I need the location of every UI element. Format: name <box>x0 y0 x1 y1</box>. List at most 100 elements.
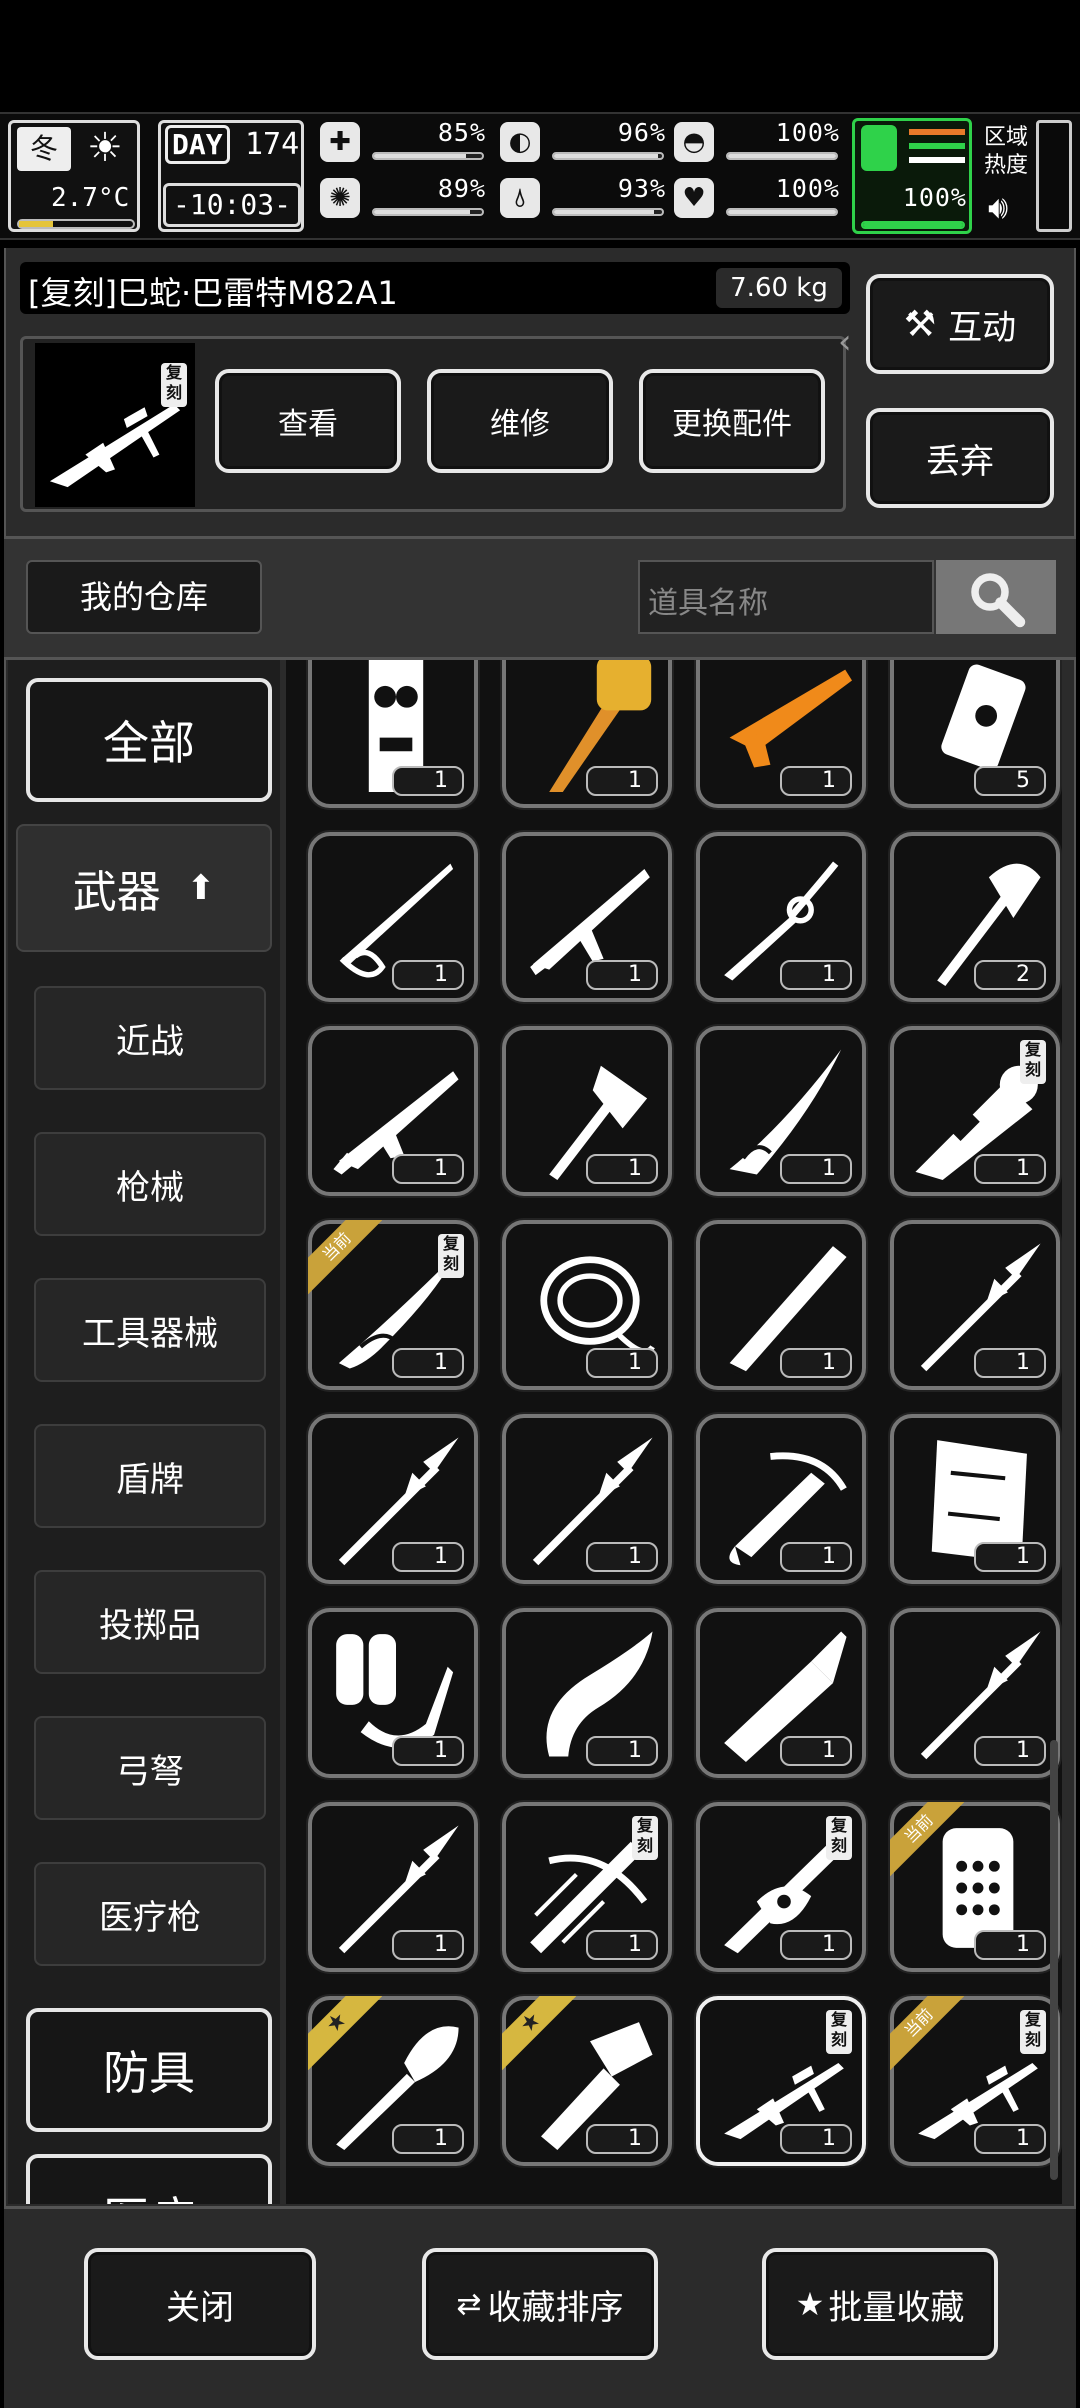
category-label: 防具 <box>103 2046 195 2100</box>
discard-button[interactable]: 丢弃 <box>866 408 1054 508</box>
inventory-slot[interactable]: 1 <box>696 1608 866 1778</box>
inventory-slot[interactable]: 1 <box>890 1608 1060 1778</box>
item-count: 1 <box>392 1154 464 1184</box>
item-count: 1 <box>392 2124 464 2154</box>
inventory-slot[interactable]: 1 <box>502 660 672 808</box>
sanity-bar <box>372 208 484 216</box>
item-count: 1 <box>392 960 464 990</box>
search-icon <box>971 573 1026 628</box>
favorite-star-ribbon: ★ <box>308 1996 382 2070</box>
grid-scrollbar[interactable] <box>1050 1740 1058 2180</box>
inventory-slot[interactable]: 1 <box>890 1220 1060 1390</box>
swap-parts-button[interactable]: 更换配件 <box>639 369 825 473</box>
item-count: 1 <box>780 766 852 796</box>
medkit-icon: ✚ <box>320 122 360 162</box>
item-count: 1 <box>780 1930 852 1960</box>
item-count: 1 <box>780 1348 852 1378</box>
health-value: 85% <box>437 118 486 147</box>
inventory-slot[interactable]: 2 <box>890 832 1060 1002</box>
item-count: 1 <box>974 1154 1046 1184</box>
temperature: 2.7°C <box>51 183 130 213</box>
search-button[interactable] <box>936 560 1056 634</box>
inventory-slot[interactable]: 5 <box>890 660 1060 808</box>
inventory-slot[interactable]: 1 <box>308 1414 478 1584</box>
repair-button[interactable]: 维修 <box>427 369 613 473</box>
close-button[interactable]: 关闭 <box>84 2248 316 2360</box>
item-count: 1 <box>586 1348 658 1378</box>
category-main-10[interactable]: 医疗 <box>26 2154 272 2204</box>
inventory-slot[interactable]: ★ 1 <box>308 1996 478 2166</box>
category-sub-5[interactable]: 盾牌 <box>34 1424 266 1528</box>
item-count: 1 <box>586 1154 658 1184</box>
category-sub-8[interactable]: 医疗枪 <box>34 1862 266 1966</box>
bulk-favorite-button[interactable]: ★ 批量收藏 <box>762 2248 998 2360</box>
category-sub-4[interactable]: 工具器械 <box>34 1278 266 1382</box>
item-name: [复刻]巳蛇·巴雷特M82A1 <box>28 274 398 312</box>
inventory-slot[interactable]: 1 <box>502 1608 672 1778</box>
sort-favorites-button[interactable]: ⇄ 收藏排序 <box>422 2248 658 2360</box>
day-number: 174 <box>245 127 300 162</box>
water-drop-icon: 💧︎ <box>500 178 540 218</box>
item-detail-box: 复刻 查看 维修 更换配件 <box>20 336 846 512</box>
inventory-slot[interactable]: 复刻 1 <box>502 1802 672 1972</box>
inventory-slot[interactable]: 1 <box>502 1220 672 1390</box>
inventory-slot[interactable]: ★ 1 <box>502 1996 672 2166</box>
heart-icon: ♥ <box>674 178 714 218</box>
item-count: 1 <box>974 1930 1046 1960</box>
inventory-slot[interactable]: 1 <box>696 1026 866 1196</box>
inventory-slot[interactable]: 复刻 1 <box>696 1802 866 1972</box>
clock: -10:03- <box>163 183 301 227</box>
thirst-value: 93% <box>617 174 666 203</box>
inventory-slot[interactable]: 1 <box>502 1414 672 1584</box>
view-button[interactable]: 查看 <box>215 369 401 473</box>
item-count: 1 <box>974 2124 1046 2154</box>
category-main-1[interactable]: 武器 ⬆ <box>16 824 272 952</box>
inventory-slot[interactable]: 复刻 1 <box>696 1996 866 2166</box>
inventory-slot[interactable]: 当前 1 <box>890 1802 1060 1972</box>
search-input[interactable]: 道具名称 <box>638 560 934 634</box>
inventory-slot[interactable]: 1 <box>308 832 478 1002</box>
inventory-slot[interactable]: 1 <box>308 660 478 808</box>
category-label: 医疗 <box>103 2183 195 2204</box>
weather-panel: 冬 ☀ 2.7°C <box>8 120 140 232</box>
inventory-slot[interactable]: 1 <box>890 1414 1060 1584</box>
category-sub-2[interactable]: 近战 <box>34 986 266 1090</box>
replica-badge: 复刻 <box>161 363 187 407</box>
item-count: 1 <box>780 960 852 990</box>
star-icon: ★ <box>502 1996 576 2070</box>
inventory-slot[interactable]: 1 <box>308 1608 478 1778</box>
speaker-icon[interactable]: 🔊︎ <box>988 188 1008 227</box>
hunger-bar <box>552 152 664 160</box>
inventory-slot[interactable]: 1 <box>696 1414 866 1584</box>
category-sub-3[interactable]: 枪械 <box>34 1132 266 1236</box>
ribbon-label: 当前 <box>890 1996 964 2070</box>
category-main-0[interactable]: 全部 <box>26 678 272 802</box>
item-count: 1 <box>392 1542 464 1572</box>
inventory-slot[interactable]: 1 <box>696 832 866 1002</box>
stamina-stripe <box>909 157 965 163</box>
interact-button[interactable]: ⚒ 互动 <box>866 274 1054 374</box>
item-count: 1 <box>586 1930 658 1960</box>
hunger-value: 96% <box>617 118 666 147</box>
ribbon-label: 当前 <box>308 1220 382 1294</box>
inventory-slot[interactable]: 1 <box>308 1802 478 1972</box>
inventory-slot[interactable]: 1 <box>308 1026 478 1196</box>
inventory-slot[interactable]: 复刻 1 <box>890 1026 1060 1196</box>
category-sidebar: 全部武器 ⬆ 近战枪械工具器械盾牌投掷品弓弩医疗枪防具医疗 <box>8 660 280 2204</box>
category-sub-7[interactable]: 弓弩 <box>34 1716 266 1820</box>
inventory-slot[interactable]: 1 <box>502 1026 672 1196</box>
item-count: 1 <box>392 1930 464 1960</box>
category-label: 医疗枪 <box>99 1897 201 1938</box>
replica-badge: 复刻 <box>826 2010 852 2054</box>
stamina-bar <box>861 221 965 229</box>
item-grid: 1 1 1 5 1 1 1 2 1 1 1 复刻 1 当前 复刻 1 1 1 1 1 1 1 1 1 1 1 1 1 复刻 1 复刻 1 当前 1… <box>286 660 1062 2204</box>
category-main-9[interactable]: 防具 <box>26 2008 272 2132</box>
inventory-slot[interactable]: 1 <box>696 1220 866 1390</box>
category-sub-6[interactable]: 投掷品 <box>34 1570 266 1674</box>
inventory-slot[interactable]: 1 <box>696 660 866 808</box>
inventory-slot[interactable]: 当前 复刻 1 <box>308 1220 478 1390</box>
inventory-slot[interactable]: 当前 复刻 1 <box>890 1996 1060 2166</box>
inventory-slot[interactable]: 1 <box>502 832 672 1002</box>
collapse-arrow-icon[interactable]: ‹ <box>838 322 852 362</box>
storage-title: 我的仓库 <box>26 560 262 634</box>
